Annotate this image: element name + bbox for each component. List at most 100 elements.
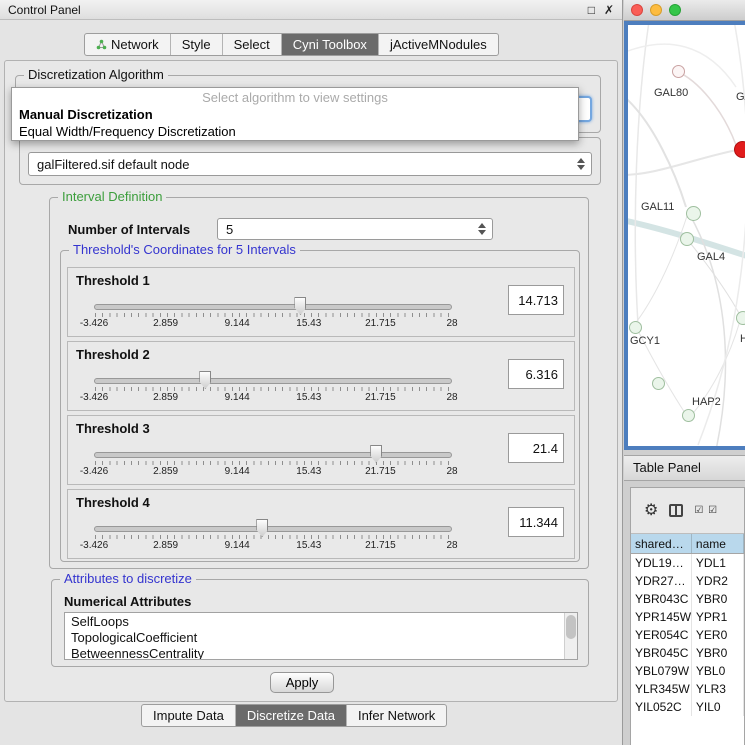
scale-tick-label: 21.715 [365,466,396,477]
threshold-value-field[interactable]: 6.316 [508,359,564,389]
slider-scale-labels: -3.4262.8599.14415.4321.71528 [94,318,452,330]
slider-scale-labels: -3.4262.8599.14415.4321.71528 [94,466,452,478]
network-node[interactable] [672,65,685,78]
threshold-panel-3: Threshold 3-3.4262.8599.14415.4321.71528… [67,415,575,485]
table-cell: YDL19… [631,554,692,572]
network-node-label: GAL [736,91,745,103]
attribute-item-selfloops[interactable]: SelfLoops [65,613,577,629]
table-data-group: Table Data galFiltered.sif default node [19,137,601,185]
attribute-item-topologicalcoefficient[interactable]: TopologicalCoefficient [65,629,577,645]
control-panel-window: Control Panel □ ✗ Network Style Select Cyni… [0,0,623,745]
table-cell: YBL079W [631,662,692,680]
dropdown-options: Manual DiscretizationEqual Width/Frequen… [12,106,578,140]
table-toolbar: ⚙ ☑ ☑ [631,488,744,534]
tab-label: Impute Data [153,708,224,723]
numerical-attributes-list[interactable]: SelfLoopsTopologicalCoefficientBetweenne… [64,612,578,660]
thresholds-group-title: Threshold's Coordinates for 5 Intervals [69,242,300,257]
network-node[interactable] [682,409,695,422]
network-node-label: GAL11 [641,201,674,213]
tab-style[interactable]: Style [171,34,223,55]
threshold-value-field[interactable]: 14.713 [508,285,564,315]
list-scrollbar[interactable] [564,613,577,659]
tab-discretize-data[interactable]: Discretize Data [236,705,347,726]
columns-icon[interactable] [669,504,683,517]
table-cell: YDL1 [692,554,744,572]
scale-tick-label: 9.144 [225,540,250,551]
network-node[interactable] [736,311,745,325]
attribute-item-betweennesscentrality[interactable]: BetweennessCentrality [65,645,577,660]
tab-label: Network [111,37,159,52]
network-node[interactable] [680,232,694,246]
scale-tick-label: 28 [446,466,457,477]
table-header-row: shared…name [631,534,744,554]
network-node-label: GAL4 [697,251,725,263]
network-window-titlebar [624,0,745,21]
table-row[interactable]: YDR27…YDR2 [631,572,744,590]
float-window-icon[interactable]: □ [588,3,595,17]
network-node-selected[interactable] [734,141,745,158]
network-node[interactable] [652,377,665,390]
threshold-label: Threshold 1 [76,273,150,288]
tab-cyni-toolbox[interactable]: Cyni Toolbox [282,34,379,55]
table-row[interactable]: YDL19…YDL1 [631,554,744,572]
table-data-combo-value: galFiltered.sif default node [37,157,189,172]
zoom-traffic-light[interactable] [669,4,681,16]
table-data-combo[interactable]: galFiltered.sif default node [28,152,592,176]
column-header-shared-[interactable]: shared… [631,534,692,553]
scale-tick-label: -3.426 [80,392,108,403]
threshold-slider[interactable] [94,378,452,384]
window-title: Control Panel [8,3,81,17]
table-cell: YDR27… [631,572,692,590]
table-row[interactable]: YIL052CYIL0 [631,698,744,716]
table-cell: YDR2 [692,572,744,590]
table-row[interactable]: YLR345WYLR3 [631,680,744,698]
close-traffic-light[interactable] [631,4,643,16]
tab-infer-network[interactable]: Infer Network [347,705,446,726]
scale-tick-label: -3.426 [80,318,108,329]
tab-select[interactable]: Select [223,34,282,55]
scale-tick-label: 28 [446,392,457,403]
table-row[interactable]: YBR045CYBR0 [631,644,744,662]
threshold-value-field[interactable]: 21.4 [508,433,564,463]
dropdown-option-manual-discretization[interactable]: Manual Discretization [12,106,578,123]
network-node[interactable] [686,206,701,221]
threshold-slider[interactable] [94,304,452,310]
table-row[interactable]: YBL079WYBL0 [631,662,744,680]
scrollbar-thumb[interactable] [566,615,576,639]
scale-tick-label: 9.144 [225,466,250,477]
table-cell: YPR145W [631,608,692,626]
tab-label: Select [234,37,270,52]
slider-ticks [95,387,451,391]
tab-impute-data[interactable]: Impute Data [142,705,236,726]
table-cell: YBR0 [692,590,744,608]
dropdown-option-equal-width-frequency-discretization[interactable]: Equal Width/Frequency Discretization [12,123,578,140]
table-row[interactable]: YER054CYER0 [631,626,744,644]
algorithm-dropdown-popup: Select algorithm to view settings Manual… [11,87,579,141]
table-row[interactable]: YPR145WYPR1 [631,608,744,626]
threshold-value-field[interactable]: 11.344 [508,507,564,537]
threshold-slider[interactable] [94,526,452,532]
table-panel-header[interactable]: Table Panel [624,455,745,481]
column-header-name[interactable]: name [692,534,744,553]
scale-tick-label: -3.426 [80,540,108,551]
network-node[interactable] [629,321,642,334]
tab-network[interactable]: Network [85,34,171,55]
apply-button[interactable]: Apply [270,672,334,693]
network-icon [96,39,107,50]
scale-tick-label: 21.715 [365,540,396,551]
gear-icon[interactable]: ⚙ [644,503,658,519]
scale-tick-label: 21.715 [365,392,396,403]
num-intervals-combo[interactable]: 5 [217,218,493,240]
threshold-slider[interactable] [94,452,452,458]
tab-label: Infer Network [358,708,435,723]
attributes-group-title: Attributes to discretize [60,571,196,586]
table-row[interactable]: YBR043CYBR0 [631,590,744,608]
select-checkbox-icons[interactable]: ☑ ☑ [694,505,718,516]
minimize-traffic-light[interactable] [650,4,662,16]
network-view[interactable]: GAL80GALGAL11GAL4GCY1HHAP2 [624,21,745,450]
close-icon[interactable]: ✗ [604,3,614,17]
scale-tick-label: -3.426 [80,466,108,477]
tab-jactivemnodules[interactable]: jActiveMNodules [379,34,498,55]
attribute-items: SelfLoopsTopologicalCoefficientBetweenne… [65,613,577,660]
tab-label: Style [182,37,211,52]
